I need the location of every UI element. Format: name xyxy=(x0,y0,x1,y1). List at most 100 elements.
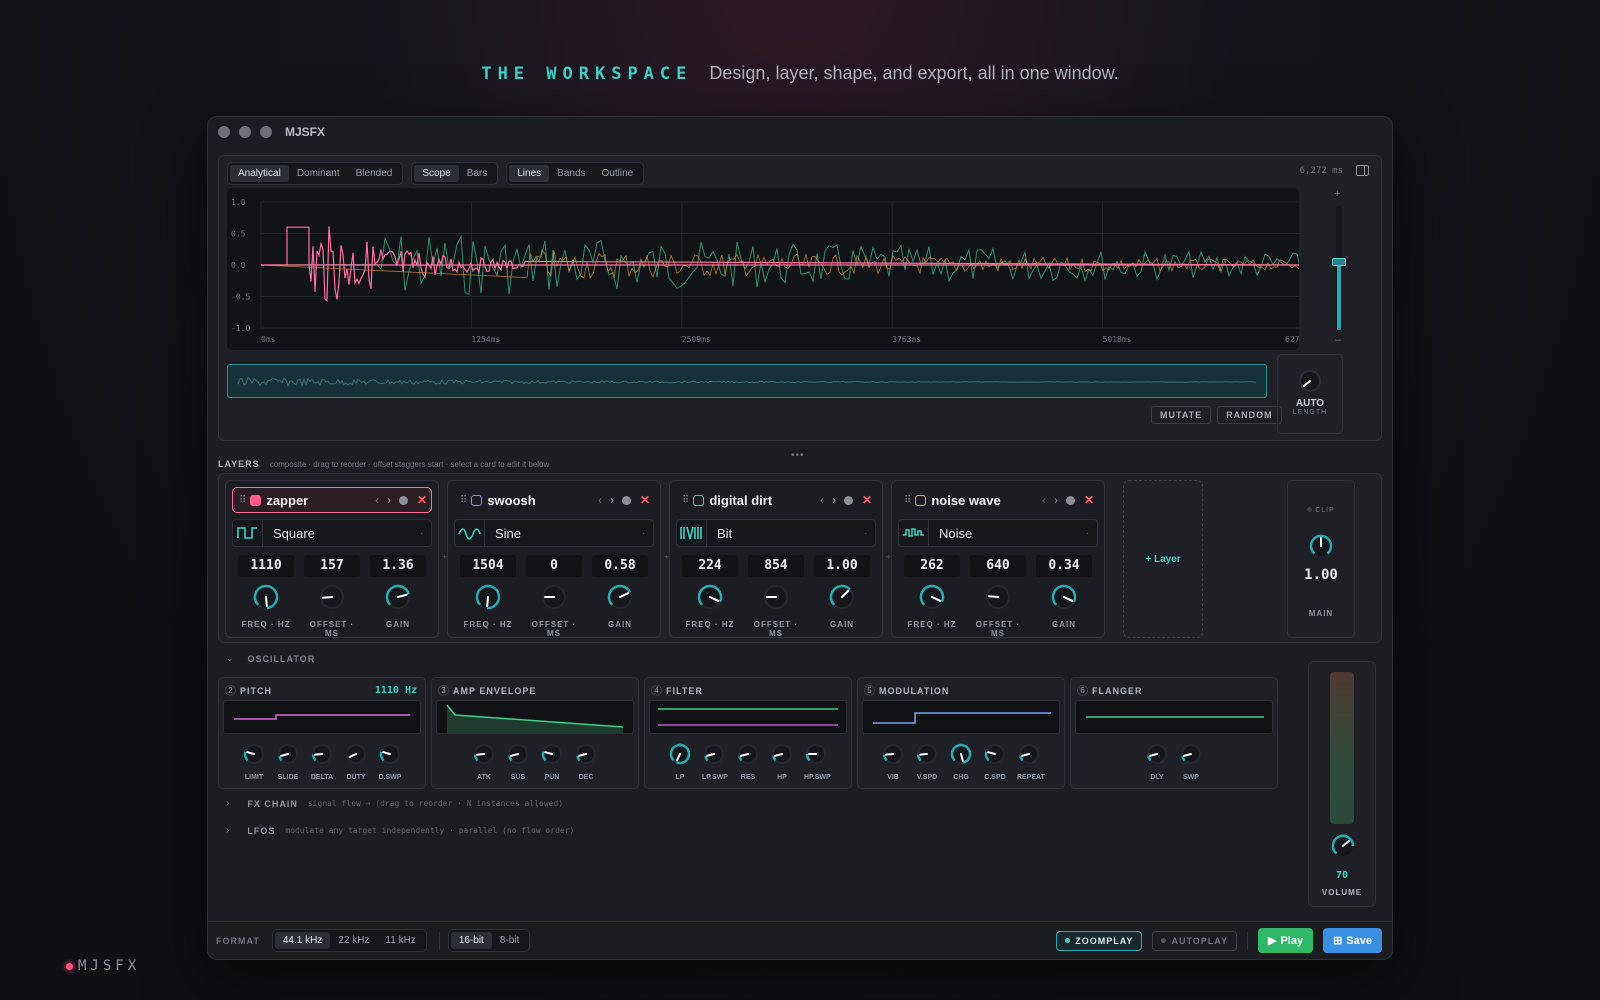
freq-knob[interactable] xyxy=(252,583,280,611)
depth-8bit[interactable]: 8-bit xyxy=(492,932,527,949)
gain-knob[interactable] xyxy=(606,583,634,611)
zoomplay-toggle[interactable]: ZOOMPLAY xyxy=(1056,930,1143,951)
layer-card-header[interactable]: ⠿ noise wave ‹ › ✕ xyxy=(898,487,1098,513)
drag-handle-icon[interactable]: ⠿ xyxy=(904,495,911,506)
tab-blended[interactable]: Blended xyxy=(348,165,401,182)
module-knob[interactable] xyxy=(915,742,939,766)
module-knob[interactable] xyxy=(1179,742,1203,766)
depth-16bit[interactable]: 16-bit xyxy=(450,932,492,949)
panel-resize-handle[interactable]: ••• xyxy=(791,450,805,461)
close-window-button[interactable] xyxy=(218,126,230,138)
freq-value[interactable]: 262 xyxy=(904,555,960,577)
close-icon[interactable]: ✕ xyxy=(1084,493,1094,507)
layer-card-header[interactable]: ⠿ digital dirt ‹ › ✕ xyxy=(676,487,876,513)
move-left-icon[interactable]: ‹ xyxy=(598,493,602,507)
freq-knob[interactable] xyxy=(474,583,502,611)
tab-outline[interactable]: Outline xyxy=(594,165,642,182)
module-knob[interactable] xyxy=(344,742,368,766)
move-left-icon[interactable]: ‹ xyxy=(1042,493,1046,507)
tab-bands[interactable]: Bands xyxy=(549,165,593,182)
layer-name[interactable]: digital dirt xyxy=(709,493,820,508)
offset-value[interactable]: 0 xyxy=(526,555,582,577)
move-left-icon[interactable]: ‹ xyxy=(375,493,379,507)
maximize-window-button[interactable] xyxy=(260,126,272,138)
move-right-icon[interactable]: › xyxy=(832,493,836,507)
solo-icon[interactable] xyxy=(621,495,631,505)
close-icon[interactable]: ✕ xyxy=(640,493,650,507)
module-graph[interactable] xyxy=(223,700,421,734)
waveform-select[interactable]: Square · xyxy=(232,519,432,547)
solo-icon[interactable] xyxy=(398,495,408,505)
layer-card[interactable]: ⠿ zapper ‹ › ✕ Square · 1110 157 1.36 FR… xyxy=(225,480,439,638)
oscillator-header[interactable]: ⌄ OSCILLATOR xyxy=(226,653,315,664)
save-button[interactable]: ⊞ Save xyxy=(1323,928,1382,953)
tab-scope[interactable]: Scope xyxy=(414,165,459,182)
layer-card[interactable]: ⠿ noise wave ‹ › ✕ Noise · 262 640 0.34 … xyxy=(891,480,1105,638)
module-knob[interactable] xyxy=(540,742,564,766)
gain-knob[interactable] xyxy=(384,583,412,611)
module-graph[interactable] xyxy=(649,700,847,734)
tab-lines[interactable]: Lines xyxy=(509,165,550,182)
gain-value[interactable]: 1.00 xyxy=(814,555,870,577)
module-knob[interactable] xyxy=(702,742,726,766)
offset-value[interactable]: 157 xyxy=(304,555,360,577)
offset-knob[interactable] xyxy=(318,583,346,611)
play-button[interactable]: ▶ Play xyxy=(1257,928,1314,953)
freq-value[interactable]: 1504 xyxy=(460,555,516,577)
module-knob[interactable] xyxy=(770,742,794,766)
module-knob[interactable] xyxy=(378,742,402,766)
layer-card[interactable]: ⠿ digital dirt ‹ › ✕ Bit · 224 854 1.00 … xyxy=(669,480,883,638)
waveform-select[interactable]: Noise · xyxy=(898,519,1098,547)
lfos-row[interactable]: › LFOS modulate any target independently… xyxy=(226,825,574,836)
waveform-select[interactable]: Sine · xyxy=(454,519,654,547)
layer-name[interactable]: swoosh xyxy=(487,493,598,508)
tab-analytical[interactable]: Analytical xyxy=(230,165,289,182)
module-knob[interactable] xyxy=(804,742,828,766)
module-graph[interactable] xyxy=(1075,700,1273,734)
move-right-icon[interactable]: › xyxy=(1054,493,1058,507)
module-knob[interactable] xyxy=(472,742,496,766)
volume-knob[interactable] xyxy=(1329,832,1357,860)
main-gain-knob[interactable] xyxy=(1307,532,1335,560)
move-left-icon[interactable]: ‹ xyxy=(820,493,824,507)
zoom-slider-thumb[interactable] xyxy=(1332,257,1346,266)
drag-handle-icon[interactable]: ⠿ xyxy=(682,495,689,506)
gain-knob[interactable] xyxy=(1050,583,1078,611)
overview-strip[interactable] xyxy=(227,364,1267,398)
module-knob[interactable] xyxy=(1145,742,1169,766)
tab-bars[interactable]: Bars xyxy=(459,165,496,182)
offset-knob[interactable] xyxy=(762,583,790,611)
close-icon[interactable]: ✕ xyxy=(862,493,872,507)
mutate-button[interactable]: MUTATE xyxy=(1151,406,1212,424)
module-knob[interactable] xyxy=(242,742,266,766)
drag-handle-icon[interactable]: ⠿ xyxy=(239,495,246,506)
module-knob[interactable] xyxy=(736,742,760,766)
offset-knob[interactable] xyxy=(984,583,1012,611)
scope-view[interactable]: 1.0 0.5 0.0 -0.5 -1.0 0ms 1254ms 2509ms 3763ms 50… xyxy=(227,188,1299,350)
module-knob[interactable] xyxy=(949,742,973,766)
rate-11k[interactable]: 11 kHz xyxy=(377,932,423,949)
move-right-icon[interactable]: › xyxy=(387,493,391,507)
module-knob[interactable] xyxy=(276,742,300,766)
module-knob[interactable] xyxy=(506,742,530,766)
offset-value[interactable]: 854 xyxy=(748,555,804,577)
close-icon[interactable]: ✕ xyxy=(417,493,427,507)
layer-card-header[interactable]: ⠿ swoosh ‹ › ✕ xyxy=(454,487,654,513)
gain-value[interactable]: 0.58 xyxy=(592,555,648,577)
autoplay-toggle[interactable]: AUTOPLAY xyxy=(1152,930,1237,951)
tab-dominant[interactable]: Dominant xyxy=(289,165,348,182)
length-knob[interactable] xyxy=(1298,369,1322,393)
solo-icon[interactable] xyxy=(1065,495,1075,505)
layer-card[interactable]: ⠿ swoosh ‹ › ✕ Sine · 1504 0 0.58 FREQ ·… xyxy=(447,480,661,638)
module-knob[interactable] xyxy=(881,742,905,766)
module-knob[interactable] xyxy=(983,742,1007,766)
module-knob[interactable] xyxy=(574,742,598,766)
layer-name[interactable]: noise wave xyxy=(931,493,1042,508)
module-knob[interactable] xyxy=(1017,742,1041,766)
freq-knob[interactable] xyxy=(918,583,946,611)
offset-knob[interactable] xyxy=(540,583,568,611)
module-graph[interactable] xyxy=(862,700,1060,734)
freq-value[interactable]: 1110 xyxy=(238,555,294,577)
move-right-icon[interactable]: › xyxy=(610,493,614,507)
zoom-out-button[interactable]: – xyxy=(1335,334,1341,346)
